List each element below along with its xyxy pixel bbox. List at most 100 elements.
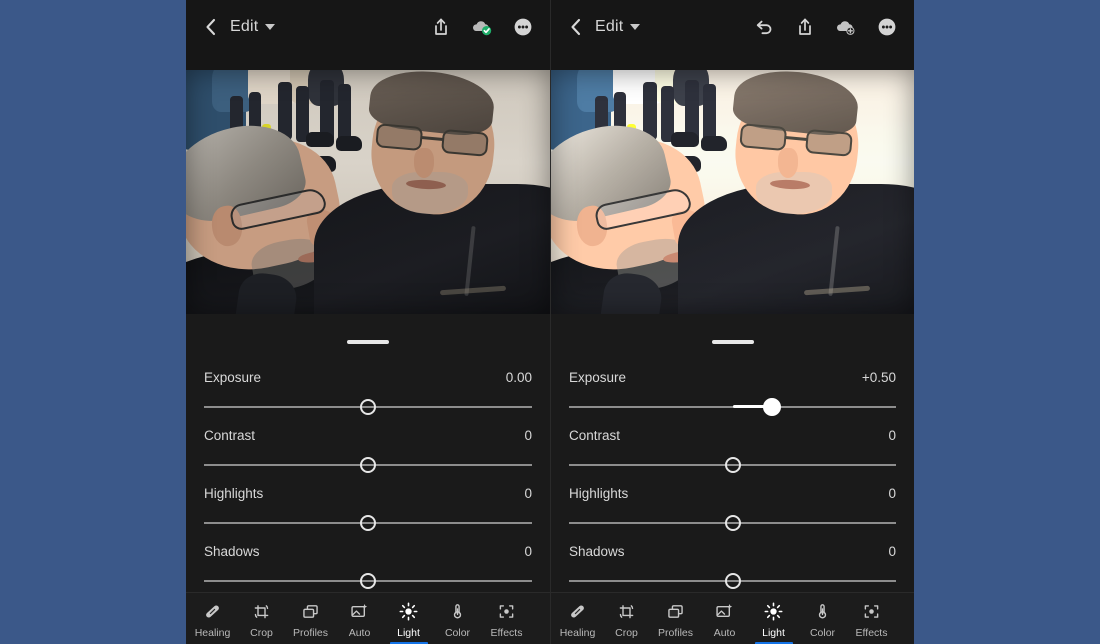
slider-value: 0: [888, 428, 896, 443]
slider-header: Contrast 0: [204, 428, 532, 443]
effects-icon: [861, 601, 882, 622]
slider-value: 0: [524, 428, 532, 443]
slider-value: +0.50: [862, 370, 896, 385]
toolbar-item-healing[interactable]: Healing: [553, 593, 602, 644]
more-options-icon[interactable]: [512, 16, 534, 38]
slider-value: 0: [524, 486, 532, 501]
toolbar-item-crop[interactable]: Crop: [237, 593, 286, 644]
app-window: Edit: [186, 0, 914, 644]
screen-root: Edit: [0, 0, 1100, 644]
toolbar-item-crop[interactable]: Crop: [602, 593, 651, 644]
light-sun-icon: [398, 601, 419, 622]
slider-track-area[interactable]: [569, 573, 896, 589]
toolbar-item-auto[interactable]: Auto: [700, 593, 749, 644]
toolbar-item-label: Light: [762, 627, 785, 639]
cloud-add-icon[interactable]: [835, 16, 857, 38]
right-photo-container[interactable]: [551, 70, 914, 314]
slider-knob[interactable]: [360, 573, 376, 589]
left-edit-title[interactable]: Edit: [230, 18, 258, 36]
slider-knob[interactable]: [725, 457, 741, 473]
toolbar-item-label: Profiles: [293, 627, 328, 639]
slider-knob[interactable]: [763, 398, 781, 416]
pane-right: Edit: [550, 0, 914, 592]
share-icon[interactable]: [794, 16, 816, 38]
color-thermometer-icon: [812, 601, 833, 622]
slider-header: Contrast0: [569, 428, 896, 443]
slider-knob[interactable]: [725, 573, 741, 589]
slider-track-area[interactable]: [569, 457, 896, 473]
slider-track-area[interactable]: [204, 573, 532, 589]
slider-row-shadows[interactable]: Shadows0: [569, 544, 896, 592]
toolbar-item-profiles[interactable]: Profiles: [286, 593, 335, 644]
chevron-left-icon[interactable]: [567, 17, 585, 37]
toolbar-item-label: Auto: [714, 627, 736, 639]
toolbar-item-healing[interactable]: Healing: [188, 593, 237, 644]
toolbar-item-light[interactable]: Light: [384, 593, 433, 644]
toolbar-item-label: Effects: [856, 627, 888, 639]
toolbar-item-label: Healing: [195, 627, 231, 639]
right-panel-drag-zone[interactable]: [551, 314, 914, 370]
toolbar-item-effects[interactable]: Effects: [482, 593, 531, 644]
panel-drag-handle[interactable]: [712, 340, 754, 344]
slider-track-area[interactable]: [569, 399, 896, 415]
toolbar-item-label: Color: [445, 627, 470, 639]
right-header-actions: [753, 16, 898, 38]
slider-label: Exposure: [204, 370, 261, 385]
panel-drag-handle[interactable]: [347, 340, 389, 344]
toolbar-item-auto[interactable]: Auto: [335, 593, 384, 644]
toolbar-item-label: Color: [810, 627, 835, 639]
left-panel-drag-zone[interactable]: [186, 314, 550, 370]
slider-label: Highlights: [204, 486, 263, 501]
slider-track-area[interactable]: [204, 515, 532, 531]
slider-knob[interactable]: [360, 399, 376, 415]
toolbar-item-color[interactable]: Color: [798, 593, 847, 644]
slider-row-highlights[interactable]: Highlights 0: [204, 486, 532, 544]
toolbar-item-color[interactable]: Color: [433, 593, 482, 644]
slider-track-area[interactable]: [204, 399, 532, 415]
slider-knob[interactable]: [360, 515, 376, 531]
slider-track-area[interactable]: [204, 457, 532, 473]
share-icon[interactable]: [430, 16, 452, 38]
right-light-panel: Exposure+0.50Contrast0Highlights0Shadows…: [551, 314, 914, 592]
effects-icon: [496, 601, 517, 622]
slider-header: Shadows0: [204, 544, 532, 559]
slider-row-shadows[interactable]: Shadows0: [204, 544, 532, 592]
right-slider-list: Exposure+0.50Contrast0Highlights0Shadows…: [551, 370, 914, 592]
slider-track-area[interactable]: [569, 515, 896, 531]
slider-header: Exposure +0.50: [569, 370, 896, 385]
slider-row-exposure[interactable]: Exposure 0.00: [204, 370, 532, 428]
slider-label: Shadows: [569, 544, 625, 559]
caret-down-icon[interactable]: [630, 24, 640, 30]
slider-value: 0: [524, 544, 532, 559]
slider-row-contrast[interactable]: Contrast0: [569, 428, 896, 486]
slider-label: Exposure: [569, 370, 626, 385]
toolbar-half-right: SelectiveHealingCropProfilesAutoLightCol…: [550, 593, 914, 644]
slider-row-exposure[interactable]: Exposure +0.50: [569, 370, 896, 428]
toolbar-item-effects[interactable]: Effects: [847, 593, 896, 644]
slider-value: 0.00: [506, 370, 532, 385]
slider-row-highlights[interactable]: Highlights0: [569, 486, 896, 544]
slider-knob[interactable]: [360, 457, 376, 473]
left-header-actions: [430, 16, 534, 38]
toolbar-item-light[interactable]: Light: [749, 593, 798, 644]
chevron-left-icon[interactable]: [202, 17, 220, 37]
slider-label: Highlights: [569, 486, 628, 501]
slider-knob[interactable]: [725, 515, 741, 531]
right-edit-title[interactable]: Edit: [595, 18, 623, 36]
toolbar-item-label: Light: [397, 627, 420, 639]
undo-icon[interactable]: [753, 16, 775, 38]
left-photo-container[interactable]: [186, 70, 550, 314]
caret-down-icon[interactable]: [265, 24, 275, 30]
photo-original: [186, 70, 550, 314]
cloud-synced-icon[interactable]: [471, 16, 493, 38]
photo-edited: [551, 70, 914, 314]
side-by-side-panes: Edit: [186, 0, 914, 592]
left-top-bar: Edit: [186, 0, 550, 70]
slider-header: Shadows0: [569, 544, 896, 559]
toolbar-strip-left: SelectiveHealingCropProfilesAutoLightCol…: [186, 593, 531, 644]
slider-header: Highlights 0: [204, 486, 532, 501]
toolbar-item-profiles[interactable]: Profiles: [651, 593, 700, 644]
slider-row-contrast[interactable]: Contrast 0: [204, 428, 532, 486]
slider-label: Contrast: [204, 428, 255, 443]
more-options-icon[interactable]: [876, 16, 898, 38]
